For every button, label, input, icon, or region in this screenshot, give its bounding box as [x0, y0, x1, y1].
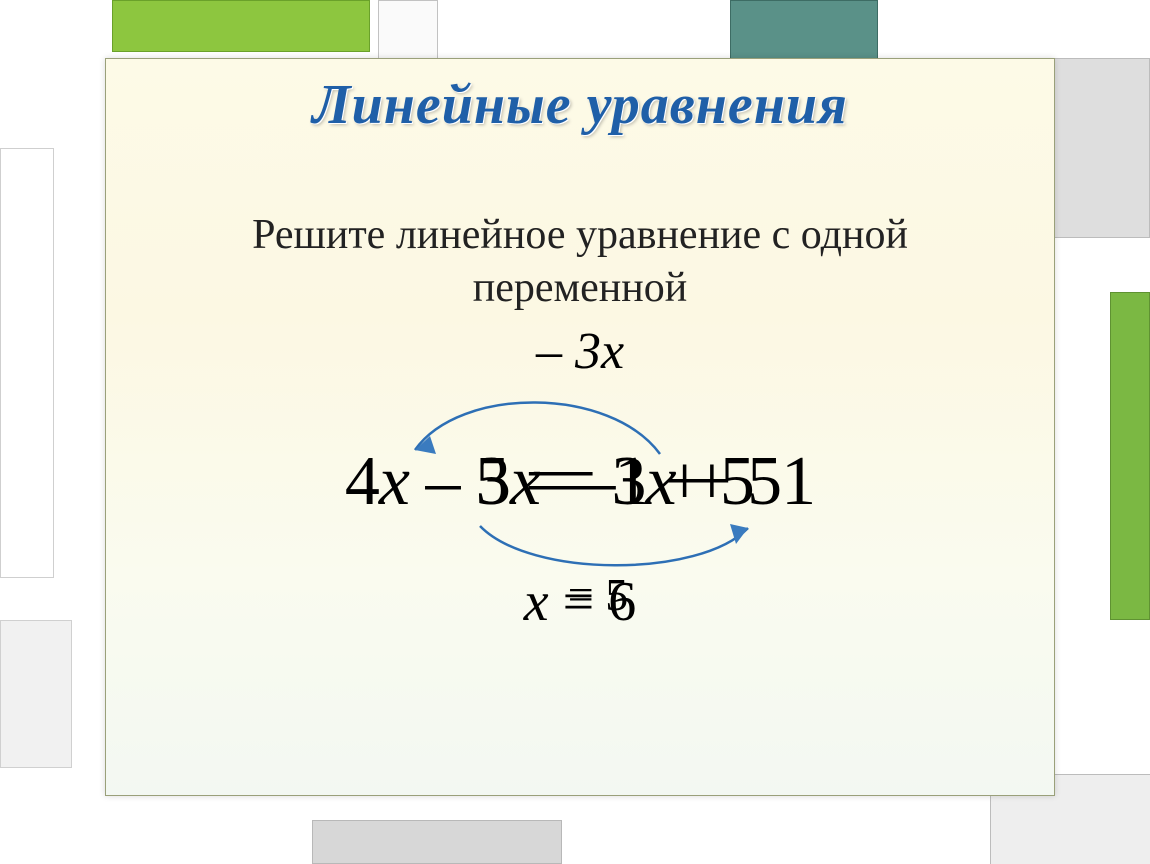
math-area: – 3x 4x – 3x = 3x + 51 5 = –1 + 5 x = 6 …: [106, 322, 1054, 742]
subtitle-line-2: переменной: [473, 265, 687, 311]
slide-title: Линейные уравнения: [106, 59, 1054, 137]
expr-top: – 3x: [536, 322, 624, 381]
expr-main-layer-b: 5 = –1 + 5: [475, 442, 754, 522]
expr-main: 4x – 3x = 3x + 51 5 = –1 + 5: [345, 442, 815, 522]
subtitle-line-1: Решите линейное уравнение с одной: [252, 212, 908, 258]
deco-block-white-left: [0, 148, 54, 578]
slide-card: Линейные уравнения Решите линейное уравн…: [105, 58, 1055, 796]
deco-block-green-right: [1110, 292, 1150, 620]
deco-block-gray-bottom: [312, 820, 562, 864]
expr-bottom: x = 6 = 5: [524, 570, 636, 634]
deco-block-gray-right: [1040, 58, 1150, 238]
slide-subtitle: Решите линейное уравнение с одной переме…: [106, 209, 1054, 314]
deco-block-teal-top: [730, 0, 878, 60]
deco-block-gray-left-bottom: [0, 620, 72, 768]
arrowhead-lower: [730, 524, 748, 544]
deco-block-green-top: [112, 0, 370, 52]
expr-bottom-layer-b: = 5: [568, 568, 628, 621]
expr-top-text: – 3x: [536, 323, 624, 380]
arc-lower: [480, 526, 748, 565]
